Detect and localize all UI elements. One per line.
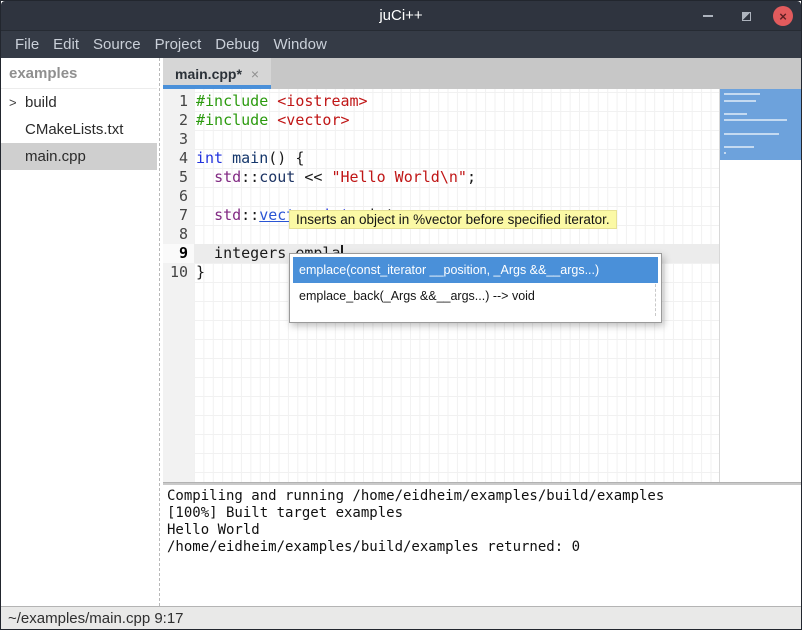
file-tree-sidebar: examples >build CMakeLists.txt main.cpp [1, 58, 157, 606]
code-line[interactable]: int main() { [194, 149, 719, 168]
code-line[interactable] [194, 130, 719, 149]
code-segment [196, 206, 214, 224]
code-segment: #include [196, 92, 277, 110]
doc-tooltip: Inserts an object in %vector before spec… [289, 210, 617, 229]
line-number: 9 [163, 244, 194, 263]
minimap-code-line [724, 152, 726, 154]
source-editor: 12345678910 #include <iostream>#include … [163, 89, 801, 482]
minimap-code-line [724, 119, 787, 121]
code-segment: :: [241, 168, 259, 186]
code-line[interactable]: #include <vector> [194, 111, 719, 130]
file-tree: >build CMakeLists.txt main.cpp [1, 89, 157, 170]
window-title: juCi++ [379, 7, 422, 24]
output-line: /home/eidheim/examples/build/examples re… [167, 539, 801, 556]
chevron-right-icon[interactable]: > [9, 95, 23, 110]
menu-item-project[interactable]: Project [148, 33, 209, 56]
doc-tooltip-text: Inserts an object in %vector before spec… [296, 212, 610, 227]
code-segment: <vector> [277, 111, 349, 129]
line-number: 10 [163, 263, 188, 282]
output-line: Compiling and running /home/eidheim/exam… [167, 488, 801, 505]
code-segment: () { [268, 149, 304, 167]
menu-item-source[interactable]: Source [86, 33, 148, 56]
menu-bar: FileEditSourceProjectDebugWindow [1, 31, 801, 58]
code-segment: <iostream> [277, 92, 367, 110]
tab-close-icon[interactable]: × [251, 67, 259, 81]
app-window: juCi++ × FileEditSourceProjectDebugWindo… [0, 0, 802, 630]
sidebar-item-main-cpp[interactable]: main.cpp [1, 143, 157, 170]
status-text: ~/examples/main.cpp 9:17 [8, 610, 184, 627]
close-icon: × [779, 10, 787, 23]
title-bar[interactable]: juCi++ × [1, 1, 801, 31]
code-segment: std [214, 206, 241, 224]
build-output-panel: Compiling and running /home/eidheim/exam… [163, 485, 801, 606]
minimap[interactable] [719, 89, 801, 482]
editor-pane: main.cpp* × 12345678910 #include <iostrea… [163, 58, 801, 606]
restore-button[interactable] [735, 5, 757, 27]
minimize-button[interactable] [697, 5, 719, 27]
code-segment: } [196, 263, 205, 281]
code-segment: ; [467, 168, 476, 186]
code-segment [223, 149, 232, 167]
code-segment: "Hello World\n" [331, 168, 466, 186]
close-button[interactable]: × [773, 6, 793, 26]
restore-icon [742, 12, 751, 21]
content-area: examples >build CMakeLists.txt main.cpp ma… [1, 58, 801, 606]
sidebar-item-label: build [25, 94, 57, 111]
status-bar: ~/examples/main.cpp 9:17 [1, 606, 801, 629]
code-segment: << [295, 168, 331, 186]
minimap-code-line [724, 100, 756, 102]
line-number-gutter: 12345678910 [163, 89, 194, 482]
line-number: 7 [163, 206, 188, 225]
sidebar-item-label: main.cpp [25, 148, 86, 165]
minimap-code-line [724, 113, 747, 115]
completion-item[interactable]: emplace(const_iterator __position, _Args… [293, 257, 658, 283]
code-segment: #include [196, 111, 277, 129]
autocomplete-popup: emplace(const_iterator __position, _Args… [289, 253, 662, 323]
minimap-code-line [724, 93, 760, 95]
sidebar-item-label: CMakeLists.txt [25, 121, 123, 138]
sidebar-item-build[interactable]: >build [1, 89, 157, 116]
line-number: 2 [163, 111, 188, 130]
completion-item[interactable]: emplace_back(_Args &&__args...) --> void [293, 283, 658, 309]
line-number: 8 [163, 225, 188, 244]
code-segment: :: [241, 206, 259, 224]
code-line[interactable]: #include <iostream> [194, 92, 719, 111]
code-line[interactable] [194, 187, 719, 206]
menu-item-debug[interactable]: Debug [208, 33, 266, 56]
line-number: 5 [163, 168, 188, 187]
code-segment: int [196, 149, 223, 167]
window-controls: × [697, 1, 793, 31]
sidebar-item-cmakelists-txt[interactable]: CMakeLists.txt [1, 116, 157, 143]
tab-bar: main.cpp* × [163, 58, 801, 89]
output-line: [100%] Built target examples [167, 505, 801, 522]
code-segment: cout [259, 168, 295, 186]
minimap-viewport[interactable] [720, 89, 801, 160]
minimap-code-line [724, 133, 779, 135]
menu-item-window[interactable]: Window [266, 33, 333, 56]
line-number: 6 [163, 187, 188, 206]
code-segment: main [232, 149, 268, 167]
code-segment [196, 168, 214, 186]
project-name-header: examples [1, 58, 157, 89]
line-number: 3 [163, 130, 188, 149]
tab-main-cpp[interactable]: main.cpp* × [163, 58, 271, 89]
project-name: examples [9, 65, 77, 82]
line-number: 1 [163, 92, 188, 111]
output-line: Hello World [167, 522, 801, 539]
code-segment: std [214, 168, 241, 186]
minimap-code-line [724, 146, 754, 148]
code-line[interactable]: std::cout << "Hello World\n"; [194, 168, 719, 187]
menu-item-edit[interactable]: Edit [46, 33, 86, 56]
line-number: 4 [163, 149, 188, 168]
minimize-icon [703, 15, 713, 17]
tab-label: main.cpp* [175, 66, 242, 82]
menu-item-file[interactable]: File [8, 33, 46, 56]
